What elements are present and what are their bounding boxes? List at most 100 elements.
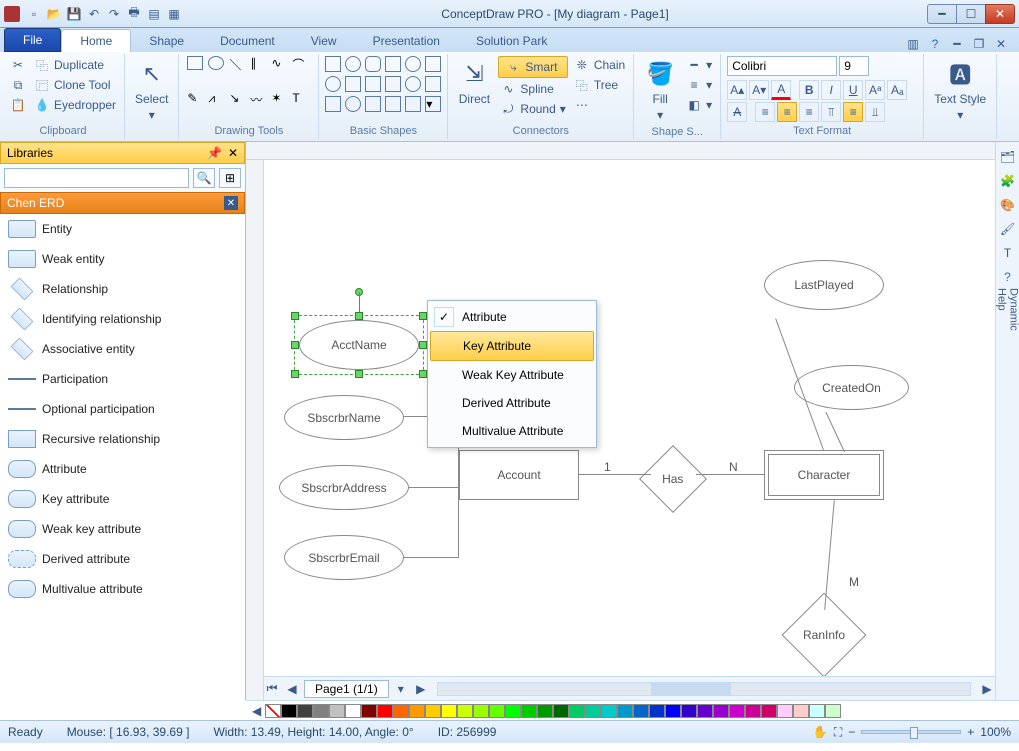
direct-button[interactable]: ⇲Direct <box>454 56 494 108</box>
tab-solution-park[interactable]: Solution Park <box>458 30 565 52</box>
clone-tool-button[interactable]: ⿸Clone Tool <box>32 76 118 94</box>
menu-item[interactable]: ✓Attribute <box>430 303 594 331</box>
diagram-page[interactable]: AcctName SbscrbrName SbscrbrAddress Sbsc… <box>264 160 995 674</box>
color-swatch[interactable] <box>409 704 425 718</box>
tree-button[interactable]: ⿻Tree <box>572 76 627 94</box>
minimize-button[interactable]: ━ <box>927 4 957 24</box>
round-button[interactable]: ⤾Round▾ <box>498 100 567 118</box>
align-top-button[interactable]: ⫪ <box>821 102 841 122</box>
panel-close-icon[interactable]: ✕ <box>228 146 238 160</box>
tab-home[interactable]: Home <box>61 29 131 52</box>
page-next-icon[interactable]: ▶ <box>413 682 429 696</box>
help-icon[interactable]: ? <box>927 36 943 52</box>
pin-icon[interactable]: 📌 <box>207 146 222 160</box>
color-swatch[interactable] <box>825 704 841 718</box>
color-swatch[interactable] <box>537 704 553 718</box>
app-icon[interactable] <box>4 6 20 22</box>
color-swatch[interactable] <box>377 704 393 718</box>
qat-print-icon[interactable]: 🖶 <box>126 6 142 22</box>
layers-icon[interactable]: 🗂 <box>999 148 1017 166</box>
fit-icon[interactable]: ⛶ <box>834 725 842 740</box>
node-sbscrbremail[interactable]: SbscrbrEmail <box>284 535 404 580</box>
duplicate-button[interactable]: ⿻Duplicate <box>32 56 118 74</box>
list-item[interactable]: Associative entity <box>0 334 245 364</box>
file-tab[interactable]: File <box>4 28 61 52</box>
color-swatch[interactable] <box>713 704 729 718</box>
palette-icon[interactable]: 🎨 <box>999 196 1017 214</box>
color-swatch[interactable] <box>761 704 777 718</box>
color-swatch[interactable] <box>489 704 505 718</box>
list-item[interactable]: Relationship <box>0 274 245 304</box>
align-right-button[interactable]: ≡ <box>799 102 819 122</box>
tab-view[interactable]: View <box>293 30 355 52</box>
color-swatch[interactable] <box>329 704 345 718</box>
shadow-button[interactable]: ◧▾ <box>684 96 714 114</box>
zoom-out-icon[interactable]: − <box>848 725 855 739</box>
sub-button[interactable]: Aₐ <box>887 80 907 100</box>
tab-document[interactable]: Document <box>202 30 293 52</box>
node-account[interactable]: Account <box>459 450 579 500</box>
color-swatch[interactable] <box>809 704 825 718</box>
qat-preview-icon[interactable]: ▤ <box>146 6 162 22</box>
search-icon[interactable]: 🔍 <box>193 168 215 188</box>
list-item[interactable]: Weak entity <box>0 244 245 274</box>
spline-button[interactable]: ∿Spline <box>498 80 567 98</box>
color-swatch[interactable] <box>569 704 585 718</box>
qat-redo-icon[interactable]: ↷ <box>106 6 122 22</box>
align-bottom-button[interactable]: ⫫ <box>865 102 885 122</box>
tool-bezier-icon[interactable]: 〰 <box>250 91 268 108</box>
color-swatch[interactable] <box>521 704 537 718</box>
list-item[interactable]: Derived attribute <box>0 544 245 574</box>
align-middle-button[interactable]: ≡ <box>843 102 863 122</box>
menu-item[interactable]: Key Attribute <box>430 331 594 361</box>
category-close-icon[interactable]: ✕ <box>224 196 238 210</box>
color-swatch[interactable] <box>745 704 761 718</box>
window-layout-icon[interactable]: ▥ <box>905 36 921 52</box>
color-swatch[interactable] <box>681 704 697 718</box>
close-doc-icon[interactable]: ✕ <box>993 36 1009 52</box>
node-acctname[interactable]: AcctName <box>299 320 419 370</box>
tool-rect-icon[interactable] <box>187 56 203 70</box>
tab-presentation[interactable]: Presentation <box>355 30 458 52</box>
align-center-button[interactable]: ≡ <box>777 102 797 122</box>
color-swatch[interactable] <box>665 704 681 718</box>
help-side-icon[interactable]: ? <box>999 268 1017 286</box>
color-swatch[interactable] <box>649 704 665 718</box>
color-swatch[interactable] <box>697 704 713 718</box>
grow-font-button[interactable]: A▴ <box>727 80 747 100</box>
node-sbscrbraddress[interactable]: SbscrbrAddress <box>279 465 409 510</box>
color-swatch[interactable] <box>281 704 297 718</box>
menu-item[interactable]: Multivalue Attribute <box>430 417 594 445</box>
node-has[interactable]: Has <box>639 445 707 513</box>
list-item[interactable]: Weak key attribute <box>0 514 245 544</box>
page-first-icon[interactable]: ⏮ <box>264 681 280 696</box>
color-swatch[interactable] <box>425 704 441 718</box>
list-item[interactable]: Key attribute <box>0 484 245 514</box>
shape-gallery[interactable]: ▾ <box>325 56 441 112</box>
canvas[interactable]: AcctName SbscrbrName SbscrbrAddress Sbsc… <box>246 142 995 700</box>
list-item[interactable]: Optional participation <box>0 394 245 424</box>
color-swatch[interactable] <box>777 704 793 718</box>
list-item[interactable]: Recursive relationship <box>0 424 245 454</box>
align-left-button[interactable]: ≡ <box>755 102 775 122</box>
font-color-button[interactable]: A <box>771 80 791 100</box>
list-item[interactable]: Multivalue attribute <box>0 574 245 604</box>
text-style-button[interactable]: 🅰Text Style▾ <box>930 56 990 124</box>
close-button[interactable]: ✕ <box>985 4 1015 24</box>
cut-button[interactable]: ✂ <box>8 56 28 74</box>
tool-polyline-icon[interactable]: ⩘ <box>208 91 226 106</box>
color-swatch[interactable] <box>793 704 809 718</box>
library-category[interactable]: Chen ERD ✕ <box>0 192 245 214</box>
dynamic-help-label[interactable]: Dynamic Help <box>999 300 1017 318</box>
color-swatch[interactable] <box>361 704 377 718</box>
color-swatch[interactable] <box>457 704 473 718</box>
node-sbscrbrname[interactable]: SbscrbrName <box>284 395 404 440</box>
color-swatch[interactable] <box>729 704 745 718</box>
color-swatch[interactable] <box>345 704 361 718</box>
tool-star-icon[interactable]: ✶ <box>271 91 289 105</box>
qat-grid-icon[interactable]: ▦ <box>166 6 182 22</box>
tool-ellipse-icon[interactable] <box>208 56 224 70</box>
search-input[interactable] <box>4 168 189 188</box>
line-style-button[interactable]: ━▾ <box>684 56 714 74</box>
list-item[interactable]: Entity <box>0 214 245 244</box>
